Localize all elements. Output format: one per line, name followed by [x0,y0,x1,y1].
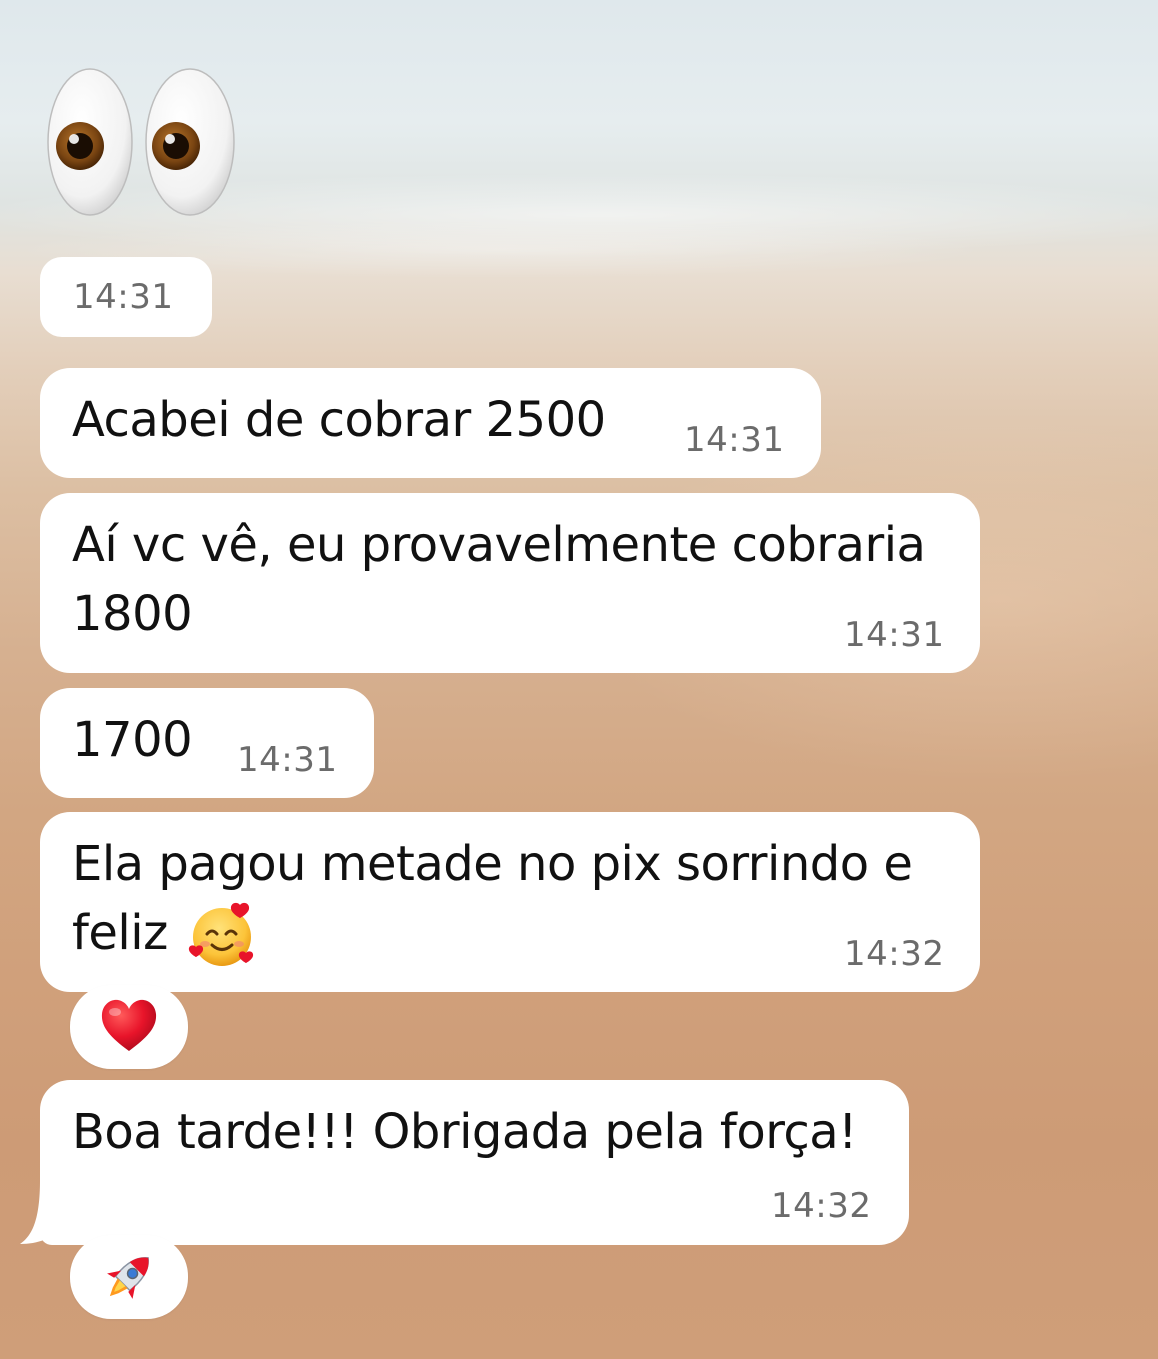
message-text: Acabei de cobrar 2500 [72,392,606,448]
message-timestamp: 14:32 [771,1186,872,1226]
message-reaction[interactable] [70,985,188,1069]
message-timestamp: 14:31 [237,740,338,780]
message-timestamp: 14:31 [684,420,785,460]
message-bubble[interactable]: Aí vc vê, eu provavelmente cobraria 1800… [40,493,980,673]
eyes-message-time-bubble[interactable]: 14:31 [40,257,212,337]
message-text: Aí vc vê, eu provavelmente cobraria [72,517,926,573]
eyes-emoji [47,68,235,216]
message-text: feliz [72,905,168,961]
message-timestamp: 14:31 [844,615,945,655]
message-timestamp: 14:31 [73,277,174,317]
smiling-face-with-hearts-emoji [188,902,254,966]
red-heart-icon [101,999,157,1051]
message-bubble[interactable]: 1700 14:31 [40,688,374,798]
rocket-icon [107,1257,149,1299]
message-text: 1700 [72,712,193,768]
message-text: 1800 [72,586,193,642]
message-text: Boa tarde!!! Obrigada pela força! [72,1104,857,1160]
right-eye-shape [145,68,235,216]
message-timestamp: 14:32 [844,934,945,974]
message-bubble[interactable]: Ela pagou metade no pix sorrindo e feliz… [40,812,980,992]
message-bubble[interactable]: Boa tarde!!! Obrigada pela força! 14:32 [40,1080,909,1245]
message-bubble[interactable]: Acabei de cobrar 2500 14:31 [40,368,821,478]
message-text: Ela pagou metade no pix sorrindo e [72,836,913,892]
left-eye-shape [47,68,133,216]
message-reaction[interactable] [70,1235,188,1319]
